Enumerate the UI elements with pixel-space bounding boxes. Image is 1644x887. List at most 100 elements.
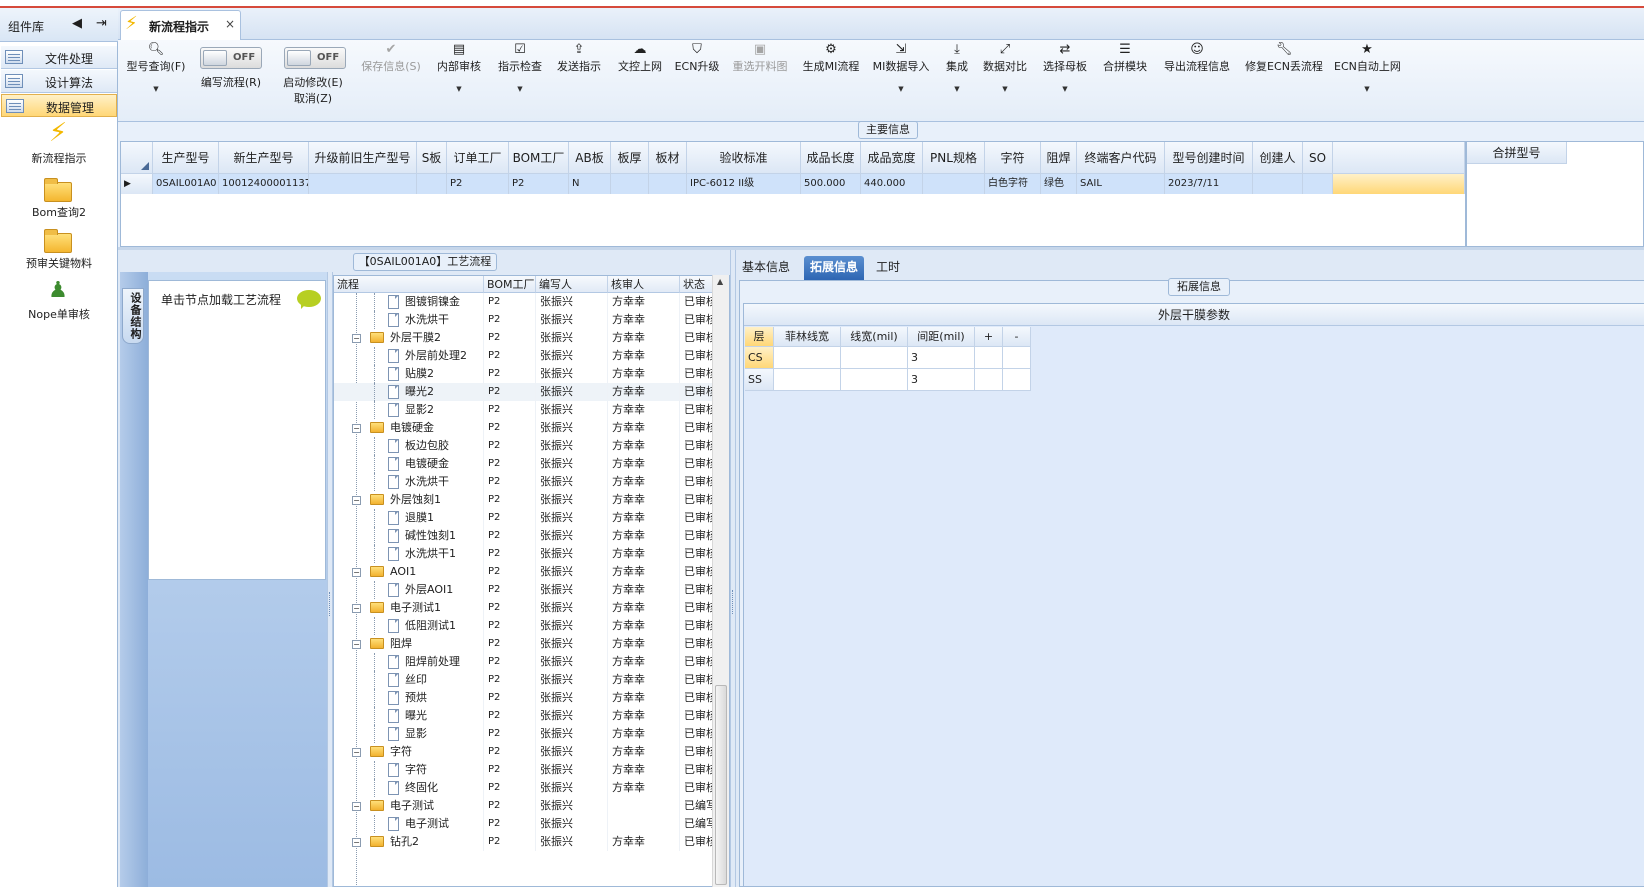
column-header[interactable]: BOM工厂 xyxy=(484,276,536,293)
auto-modify-toggle[interactable]: OFF xyxy=(284,47,346,69)
collapse-icon[interactable]: − xyxy=(352,496,361,505)
grid-cell[interactable]: 500.000 xyxy=(801,174,861,194)
cancel-label[interactable]: 取消(Z) xyxy=(278,90,348,106)
column-header[interactable]: 创建人 xyxy=(1253,142,1303,174)
table-row[interactable]: − 电子测试 P2 张振兴 已编写 xyxy=(334,797,720,815)
column-header[interactable]: 字符 xyxy=(985,142,1041,174)
column-header[interactable]: BOM工厂 xyxy=(509,142,569,174)
item-new-flow-indicator[interactable]: ⚡ 新流程指示 xyxy=(0,118,118,166)
grid-cell[interactable]: 白色字符 xyxy=(985,174,1041,194)
item-pre-review-materials[interactable]: 预审关键物料 xyxy=(0,225,118,270)
column-header[interactable]: PNL规格 xyxy=(923,142,985,174)
tab-work-hours[interactable]: 工时 xyxy=(870,256,906,280)
grid-cell[interactable] xyxy=(923,174,985,194)
grid-cell[interactable] xyxy=(611,174,649,194)
column-header[interactable]: 生产型号 xyxy=(153,142,219,174)
nav-data-management[interactable]: 数据管理 xyxy=(1,94,117,117)
column-header[interactable]: 板材 xyxy=(649,142,687,174)
table-row[interactable]: 电子测试 P2 张振兴 已编写 xyxy=(334,815,720,833)
column-header[interactable]: 成品长度 xyxy=(801,142,861,174)
column-header[interactable]: 终端客户代码 xyxy=(1077,142,1165,174)
close-icon[interactable]: × xyxy=(225,17,235,31)
scroll-up-icon[interactable]: ▲ xyxy=(717,277,723,286)
film-cell[interactable] xyxy=(1003,369,1031,391)
reselect-cutting-button[interactable]: ▣ 重选开料图 xyxy=(728,40,792,74)
tab-device-structure[interactable]: 设备结构 xyxy=(122,288,144,344)
doc-control-upload-button[interactable]: ☁ 文控上网 xyxy=(614,40,666,74)
grid-cell[interactable]: 2023/7/11 xyxy=(1165,174,1253,194)
film-column-header[interactable]: - xyxy=(1003,327,1031,347)
ecn-upgrade-button[interactable]: ⛉ ECN升级 xyxy=(674,40,720,74)
film-cell[interactable] xyxy=(774,347,841,369)
merge-module-button[interactable]: ☰ 合拼模块 xyxy=(1100,40,1150,74)
table-row[interactable]: − 字符 P2 张振兴 方幸幸 已审核 xyxy=(334,743,720,761)
column-header[interactable]: 新生产型号 xyxy=(219,142,309,174)
grid-cell[interactable] xyxy=(1303,174,1333,194)
scroll-thumb[interactable] xyxy=(715,685,727,885)
column-header[interactable]: 核审人 xyxy=(608,276,680,293)
column-header[interactable]: 升级前旧生产型号 xyxy=(309,142,417,174)
grid-cell[interactable] xyxy=(417,174,447,194)
chevron-down-icon[interactable]: ▼ xyxy=(124,82,188,96)
table-row[interactable]: 终固化 P2 张振兴 方幸幸 已审核 xyxy=(334,779,720,797)
chevron-down-icon[interactable]: ▼ xyxy=(870,82,932,96)
table-row[interactable]: 外层AOI1 P2 张振兴 方幸幸 已审核 xyxy=(334,581,720,599)
fix-ecn-flow-button[interactable]: 🔧︎ 修复ECN丢流程 xyxy=(1244,40,1324,74)
grid-cell[interactable]: IPC-6012 II级 xyxy=(687,174,801,194)
column-header[interactable]: 编写人 xyxy=(536,276,608,293)
model-query-button[interactable]: 🔍︎ 型号查询(F) ▼ xyxy=(124,40,188,96)
column-header[interactable]: 板厚 xyxy=(611,142,649,174)
collapse-left-icon[interactable]: ◀ xyxy=(72,16,82,31)
film-column-header[interactable]: 间距(mil) xyxy=(908,327,975,347)
film-column-header[interactable]: 菲林线宽 xyxy=(774,327,841,347)
table-row[interactable]: − 外层蚀刻1 P2 张振兴 方幸幸 已审核 xyxy=(334,491,720,509)
chevron-down-icon[interactable]: ▼ xyxy=(940,82,974,96)
grid-cell[interactable] xyxy=(1253,174,1303,194)
chevron-down-icon[interactable]: ▼ xyxy=(432,82,486,96)
chevron-down-icon[interactable]: ▼ xyxy=(1334,82,1400,96)
column-header[interactable]: S板 xyxy=(417,142,447,174)
film-column-header[interactable]: + xyxy=(975,327,1003,347)
column-header[interactable]: 成品宽度 xyxy=(861,142,923,174)
selected-cell[interactable] xyxy=(1333,174,1465,194)
table-row[interactable]: − 外层干膜2 P2 张振兴 方幸幸 已审核 xyxy=(334,329,720,347)
grid-cell[interactable]: 10012400001137 xyxy=(219,174,309,194)
table-row[interactable]: 显影2 P2 张振兴 方幸幸 已审核 xyxy=(334,401,720,419)
table-row[interactable]: 水洗烘干1 P2 张振兴 方幸幸 已审核 xyxy=(334,545,720,563)
grid-cell[interactable]: N xyxy=(569,174,611,194)
film-cell[interactable] xyxy=(841,347,908,369)
table-row[interactable]: 丝印 P2 张振兴 方幸幸 已审核 xyxy=(334,671,720,689)
tab-basic-info[interactable]: 基本信息 xyxy=(736,256,796,280)
column-header[interactable]: 阻焊 xyxy=(1041,142,1077,174)
column-header[interactable]: AB板 xyxy=(569,142,611,174)
nav-file-processing[interactable]: 文件处理 xyxy=(1,46,117,69)
write-flow-toggle[interactable]: OFF xyxy=(200,47,262,69)
table-row[interactable]: − 阻焊 P2 张振兴 方幸幸 已审核 xyxy=(334,635,720,653)
table-row[interactable]: 水洗烘干 P2 张振兴 方幸幸 已审核 xyxy=(334,311,720,329)
mi-data-import-button[interactable]: ⇲ MI数据导入 ▼ xyxy=(870,40,932,96)
table-row[interactable]: 预烘 P2 张振兴 方幸幸 已审核 xyxy=(334,689,720,707)
send-indicator-button[interactable]: ⇪ 发送指示 xyxy=(554,40,604,74)
table-row[interactable]: 电镀硬金 P2 张振兴 方幸幸 已审核 xyxy=(334,455,720,473)
tree-vertical-scrollbar[interactable]: ▲ xyxy=(712,275,729,887)
table-row[interactable]: 低阻测试1 P2 张振兴 方幸幸 已审核 xyxy=(334,617,720,635)
collapse-icon[interactable]: − xyxy=(352,424,361,433)
save-info-button[interactable]: ✔ 保存信息(S) xyxy=(356,40,426,74)
film-cell[interactable] xyxy=(774,369,841,391)
collapse-icon[interactable]: − xyxy=(352,568,361,577)
table-row[interactable]: − AOI1 P2 张振兴 方幸幸 已审核 xyxy=(334,563,720,581)
collapse-icon[interactable]: − xyxy=(352,640,361,649)
table-row[interactable]: 曝光 P2 张振兴 方幸幸 已审核 xyxy=(334,707,720,725)
table-row[interactable]: 阻焊前处理 P2 张振兴 方幸幸 已审核 xyxy=(334,653,720,671)
export-flow-info-button[interactable]: ☺ 导出流程信息 xyxy=(1160,40,1234,74)
table-row[interactable]: − 电镀硬金 P2 张振兴 方幸幸 已审核 xyxy=(334,419,720,437)
film-cell[interactable] xyxy=(841,369,908,391)
column-header[interactable]: 订单工厂 xyxy=(447,142,509,174)
internal-review-button[interactable]: ▤ 内部审核 ▼ xyxy=(432,40,486,96)
table-row[interactable]: 退膜1 P2 张振兴 方幸幸 已审核 xyxy=(334,509,720,527)
chevron-down-icon[interactable]: ▼ xyxy=(1040,82,1090,96)
column-header[interactable]: 型号创建时间 xyxy=(1165,142,1253,174)
tab-new-flow-indicator[interactable]: ⚡ 新流程指示 × xyxy=(120,10,241,41)
collapse-icon[interactable]: − xyxy=(352,748,361,757)
table-row[interactable]: 显影 P2 张振兴 方幸幸 已审核 xyxy=(334,725,720,743)
